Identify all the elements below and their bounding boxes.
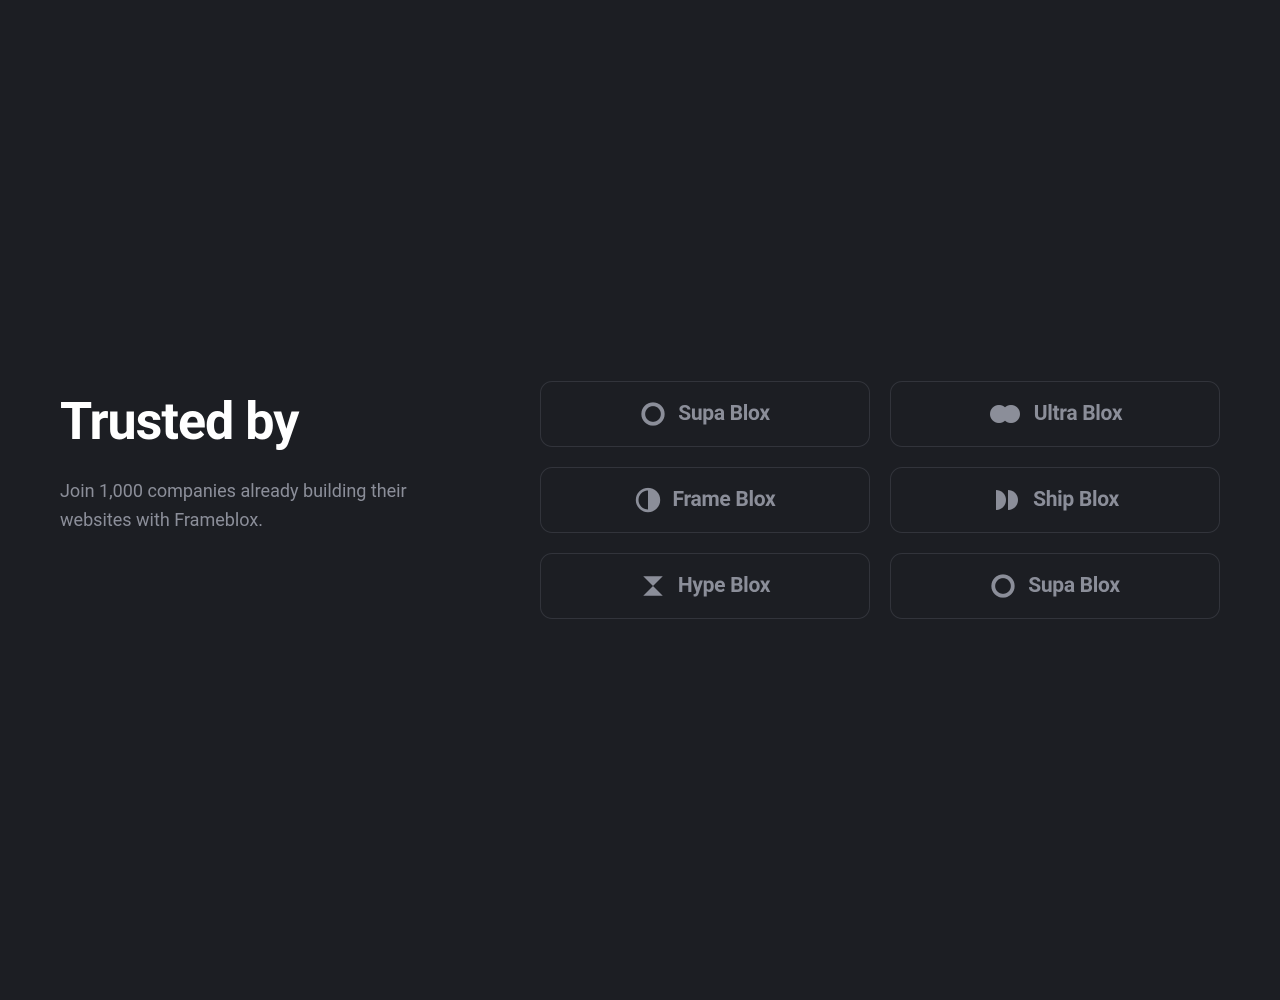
logo-card-supa-blox: Supa Blox [540,381,870,447]
half-circle-icon [635,487,661,513]
logo-label: Supa Blox [1028,574,1120,598]
logo-card-ultra-blox: Ultra Blox [890,381,1220,447]
circle-outline-icon [640,401,666,427]
logo-card-hype-blox: Hype Blox [540,553,870,619]
logo-label: Ship Blox [1033,488,1119,512]
circle-outline-icon [990,573,1016,599]
logo-card-ship-blox: Ship Blox [890,467,1220,533]
logo-label: Frame Blox [673,488,776,512]
logo-label: Supa Blox [678,402,770,426]
logo-label: Hype Blox [678,574,770,598]
logo-label: Ultra Blox [1034,402,1123,426]
logo-card-supa-blox-2: Supa Blox [890,553,1220,619]
two-half-circles-icon [991,487,1021,513]
two-circles-overlap-icon [988,401,1022,427]
hourglass-icon [640,573,666,599]
logo-grid: Supa Blox Ultra Blox Frame Blox Ship Blo… [540,381,1220,619]
logo-card-frame-blox: Frame Blox [540,467,870,533]
section-subheading: Join 1,000 companies already building th… [60,478,460,536]
section-heading: Trusted by [60,393,480,450]
